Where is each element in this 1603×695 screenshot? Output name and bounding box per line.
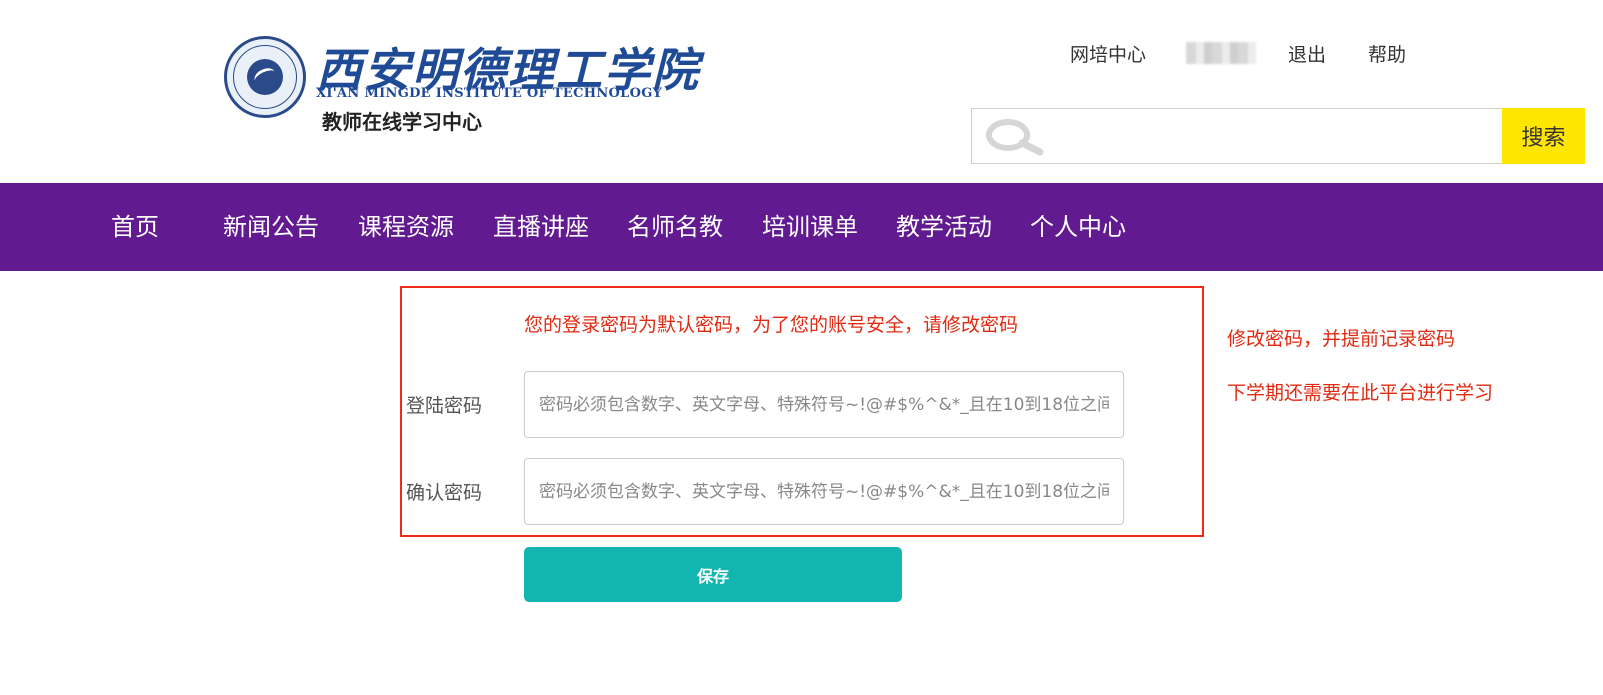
search-input[interactable] <box>1056 115 1496 159</box>
username-blurred <box>1186 42 1256 64</box>
password-label: 登陆密码 <box>406 395 483 417</box>
nav-item-teaching-activities[interactable]: 教学活动 <box>896 183 992 271</box>
main-nav: 首页 新闻公告 课程资源 直播讲座 名师名教 培训课单 教学活动 个人中心 <box>0 183 1603 271</box>
page-header: 西安明德理工学院 XI'AN MINGDE INSTITUTE OF TECHN… <box>0 0 1603 182</box>
confirm-password-label: 确认密码 <box>406 482 483 504</box>
search-box <box>971 108 1503 164</box>
default-password-warning: 您的登录密码为默认密码，为了您的账号安全，请修改密码 <box>524 314 1019 336</box>
nav-item-training-list[interactable]: 培训课单 <box>762 183 858 271</box>
password-field[interactable] <box>524 371 1124 438</box>
search-button[interactable]: 搜索 <box>1502 108 1585 164</box>
nav-item-home[interactable]: 首页 <box>111 183 159 271</box>
save-button[interactable]: 保存 <box>524 547 902 602</box>
nav-item-courses[interactable]: 课程资源 <box>358 183 454 271</box>
search-icon <box>986 119 1044 156</box>
nav-item-famous-teachers[interactable]: 名师名教 <box>627 183 723 271</box>
nav-item-news[interactable]: 新闻公告 <box>223 183 319 271</box>
confirm-password-field[interactable] <box>524 458 1124 525</box>
nav-item-live-lectures[interactable]: 直播讲座 <box>493 183 589 271</box>
note-next-semester: 下学期还需要在此平台进行学习 <box>1227 382 1494 404</box>
nav-item-personal-center[interactable]: 个人中心 <box>1030 183 1126 271</box>
logout-link[interactable]: 退出 <box>1288 40 1326 67</box>
school-emblem-icon <box>224 36 306 118</box>
logo-english-name: XI'AN MINGDE INSTITUTE OF TECHNOLOGY <box>316 86 663 101</box>
logo-subtitle: 教师在线学习中心 <box>322 110 482 134</box>
help-link[interactable]: 帮助 <box>1368 40 1406 67</box>
school-logo[interactable]: 西安明德理工学院 XI'AN MINGDE INSTITUTE OF TECHN… <box>224 34 698 144</box>
training-center-link[interactable]: 网培中心 <box>1070 40 1146 67</box>
note-record-password: 修改密码，并提前记录密码 <box>1227 328 1456 350</box>
